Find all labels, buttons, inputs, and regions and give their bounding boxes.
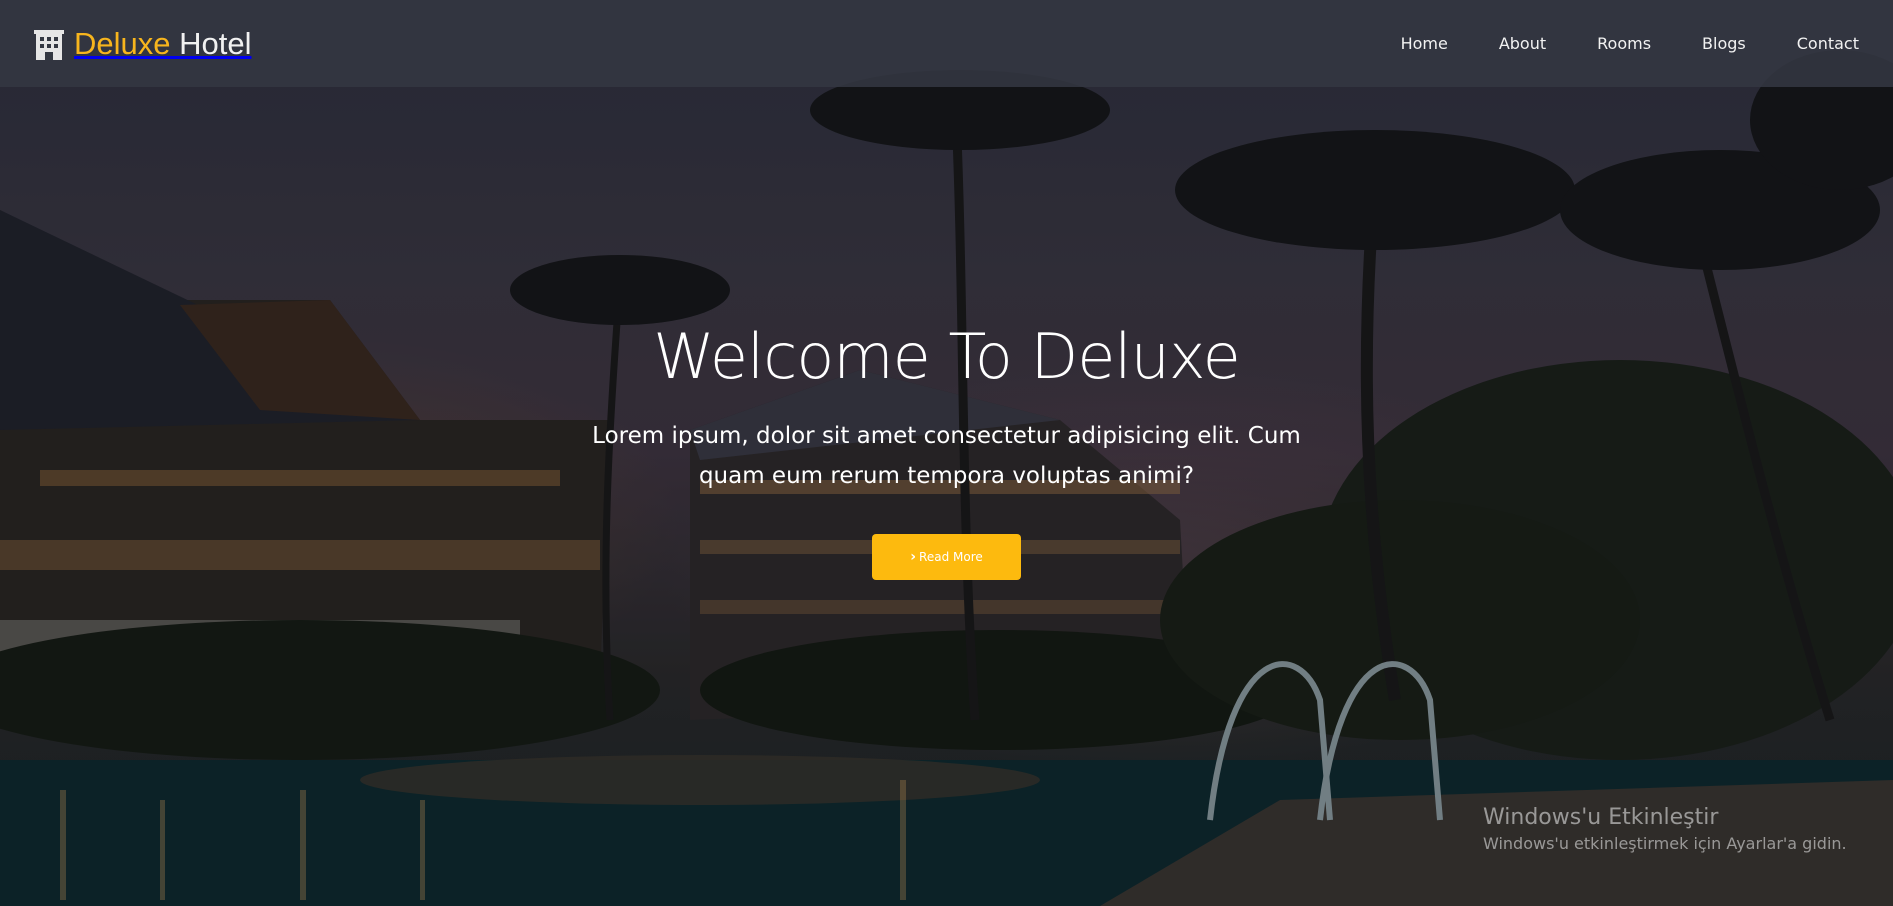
brand-word-hotel: Hotel [179, 26, 252, 61]
nav-link-home[interactable]: Home [1401, 34, 1448, 53]
nav-item-rooms: Rooms [1597, 34, 1651, 53]
chevron-right-icon: › [910, 549, 917, 566]
nav-item-about: About [1499, 34, 1546, 53]
nav-menu: Home About Rooms Blogs Contact [1350, 34, 1859, 53]
nav-item-contact: Contact [1797, 34, 1859, 53]
windows-activation-watermark: Windows'u Etkinleştir Windows'u etkinleş… [1483, 805, 1847, 853]
brand-word-deluxe: Deluxe [74, 26, 171, 61]
watermark-subtitle: Windows'u etkinleştirmek için Ayarlar'a … [1483, 834, 1847, 853]
navbar: Deluxe Hotel Home About Rooms Blogs Cont… [0, 0, 1893, 87]
hero-title: Welcome To Deluxe [653, 320, 1241, 393]
read-more-label: Read More [919, 550, 983, 565]
nav-item-home: Home [1401, 34, 1448, 53]
hero-description: Lorem ipsum, dolor sit amet consectetur … [592, 423, 1301, 490]
nav-link-about[interactable]: About [1499, 34, 1546, 53]
nav-item-blogs: Blogs [1702, 34, 1746, 53]
brand-name: Deluxe Hotel [74, 28, 252, 59]
hero-content: Welcome To Deluxe Lorem ipsum, dolor sit… [0, 320, 1893, 581]
brand-logo-link[interactable]: Deluxe Hotel [34, 28, 252, 60]
watermark-title: Windows'u Etkinleştir [1483, 805, 1719, 830]
read-more-button[interactable]: › Read More [872, 534, 1021, 581]
nav-link-contact[interactable]: Contact [1797, 34, 1859, 53]
hotel-building-icon [34, 29, 64, 60]
nav-link-rooms[interactable]: Rooms [1597, 34, 1651, 53]
nav-link-blogs[interactable]: Blogs [1702, 34, 1746, 53]
